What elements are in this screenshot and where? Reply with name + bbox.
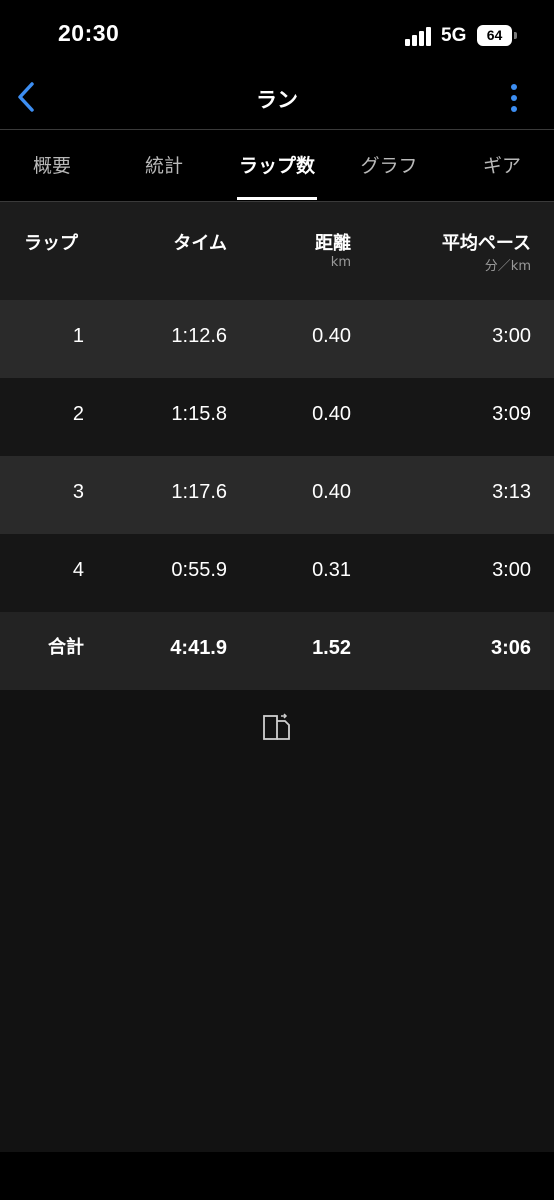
table-total-row: 合計 4:41.9 1.52 3:06	[0, 612, 554, 690]
more-options-button[interactable]	[500, 80, 528, 116]
export-document-icon	[263, 713, 290, 740]
total-label: 合計	[48, 637, 84, 658]
active-tab-indicator	[237, 197, 317, 200]
tab-stats[interactable]: 統計	[124, 130, 204, 202]
tab-laps[interactable]: ラップ数	[227, 130, 327, 202]
column-header-pace: 平均ペース	[441, 233, 531, 254]
column-unit-distance: km	[330, 255, 351, 270]
tab-bar: 概要 統計 ラップ数 グラフ ギア	[0, 130, 554, 202]
home-indicator-area	[0, 1152, 554, 1200]
tab-overview[interactable]: 概要	[12, 130, 92, 202]
lap-time: 0:55.9	[171, 559, 227, 581]
export-button[interactable]	[262, 712, 292, 742]
total-time: 4:41.9	[170, 637, 227, 659]
lap-time: 1:12.6	[171, 325, 227, 347]
battery-icon: 64	[477, 25, 512, 46]
lap-number: 3	[72, 481, 84, 503]
lap-distance: 0.40	[312, 481, 351, 503]
signal-icon	[405, 26, 433, 46]
tab-graph[interactable]: グラフ	[344, 130, 434, 202]
page-title: ラン	[256, 88, 298, 112]
battery-cap	[514, 32, 517, 39]
network-label: 5G	[441, 25, 467, 46]
lap-pace: 3:09	[492, 403, 531, 425]
table-row: 3 1:17.6 0.40 3:13	[0, 456, 554, 534]
lap-number: 2	[72, 403, 84, 425]
lap-pace: 3:13	[492, 481, 531, 503]
app-root: 20:30 5G 64 ラン 概要 統計 ラップ数 グラフ ギア ラップ タイム…	[0, 0, 554, 1200]
lap-number: 1	[72, 325, 84, 347]
table-row: 2 1:15.8 0.40 3:09	[0, 378, 554, 456]
vertical-dots-icon	[511, 84, 517, 90]
lap-distance: 0.40	[312, 325, 351, 347]
table-header: ラップ タイム 距離 km 平均ペース 分／km	[0, 202, 554, 300]
header-area: 20:30 5G 64 ラン	[0, 0, 554, 130]
lap-pace: 3:00	[492, 559, 531, 581]
lap-distance: 0.31	[312, 559, 351, 581]
table-row: 4 0:55.9 0.31 3:00	[0, 534, 554, 612]
total-distance: 1.52	[312, 637, 351, 659]
column-header-time: タイム	[173, 233, 227, 254]
lap-time: 1:15.8	[171, 403, 227, 425]
table-row: 1 1:12.6 0.40 3:00	[0, 300, 554, 378]
column-unit-pace: 分／km	[484, 259, 531, 274]
column-header-lap: ラップ	[24, 233, 78, 254]
lap-number: 4	[72, 559, 84, 581]
lap-pace: 3:00	[492, 325, 531, 347]
lap-time: 1:17.6	[171, 481, 227, 503]
status-time: 20:30	[58, 20, 120, 46]
column-header-distance: 距離	[315, 233, 351, 254]
tab-gear[interactable]: ギア	[462, 130, 542, 202]
lap-distance: 0.40	[312, 403, 351, 425]
total-pace: 3:06	[490, 637, 531, 659]
